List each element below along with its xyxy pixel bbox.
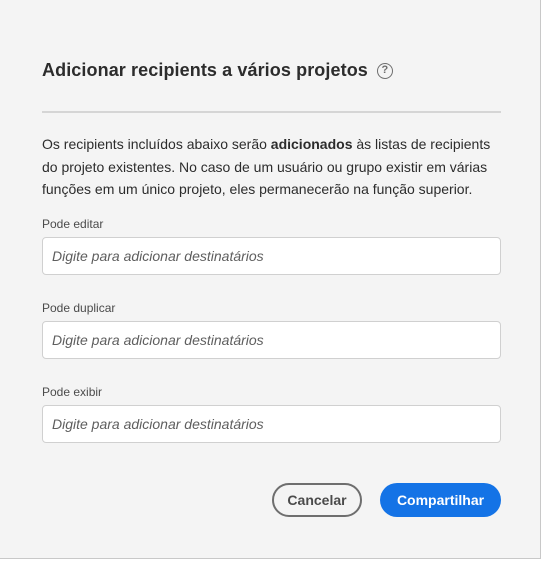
dialog-header: Adicionar recipients a vários projetos ? — [42, 60, 393, 81]
can-edit-label: Pode editar — [42, 217, 104, 231]
description-bold-text: adicionados — [270, 136, 353, 152]
share-button[interactable]: Compartilhar — [380, 483, 501, 517]
dialog-description: Os recipients incluídos abaixo serão adi… — [42, 133, 504, 201]
help-icon[interactable]: ? — [376, 62, 393, 79]
can-edit-input[interactable] — [42, 237, 501, 275]
can-duplicate-label: Pode duplicar — [42, 301, 116, 315]
dialog-title: Adicionar recipients a vários projetos — [42, 60, 368, 80]
header-divider — [42, 111, 501, 113]
can-view-input[interactable] — [42, 405, 501, 443]
cancel-button[interactable]: Cancelar — [272, 483, 362, 517]
add-recipients-dialog: Adicionar recipients a vários projetos ?… — [0, 0, 541, 559]
background-edge — [541, 0, 547, 563]
can-view-label: Pode exibir — [42, 385, 103, 399]
description-text-start: Os recipients incluídos abaixo serão — [42, 136, 271, 152]
can-duplicate-input[interactable] — [42, 321, 501, 359]
